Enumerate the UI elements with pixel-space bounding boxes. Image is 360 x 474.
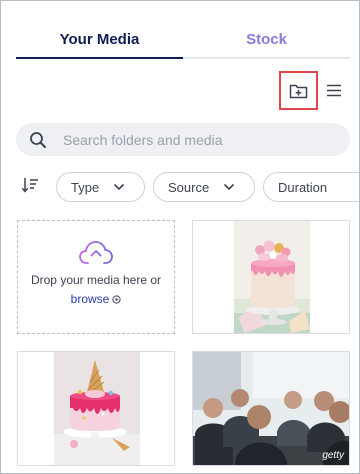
hamburger-icon xyxy=(327,84,341,96)
sort-icon xyxy=(21,178,38,193)
source-filter-label: Source xyxy=(168,179,210,195)
search-input[interactable] xyxy=(63,131,323,148)
search-icon xyxy=(29,130,49,150)
tab-stock[interactable]: Stock xyxy=(183,25,350,59)
source-filter[interactable]: Source xyxy=(153,172,255,202)
type-filter[interactable]: Type xyxy=(56,172,145,202)
media-panel: Your Media Stock Search folders and medi… xyxy=(0,0,360,474)
type-filter-label: Type xyxy=(71,179,100,195)
cloud-upload-icon xyxy=(79,241,113,266)
info-icon xyxy=(112,294,121,304)
media-tile-drip-cake[interactable] xyxy=(192,220,350,334)
media-thumbnail-cone-cake xyxy=(54,352,140,465)
browse-link-label: browse xyxy=(70,292,110,306)
media-tabs: Your Media Stock xyxy=(16,25,350,59)
getty-watermark: getty xyxy=(322,450,344,461)
upload-dropzone[interactable]: Drop your media here or browse xyxy=(17,220,175,334)
duration-filter[interactable]: Duration xyxy=(263,172,359,202)
dropzone-text: Drop your media here or xyxy=(30,273,162,287)
new-folder-button[interactable] xyxy=(279,71,318,110)
chevron-down-icon xyxy=(223,181,235,193)
menu-button[interactable] xyxy=(323,79,345,101)
media-tile-meeting[interactable]: getty xyxy=(192,351,350,466)
browse-link[interactable]: browse xyxy=(71,292,122,306)
chevron-down-icon xyxy=(113,181,125,193)
sort-button[interactable] xyxy=(21,176,43,198)
media-thumbnail-drip-cake xyxy=(234,221,310,333)
folder-plus-icon xyxy=(289,84,308,98)
media-thumbnail-meeting xyxy=(193,352,349,465)
duration-filter-label: Duration xyxy=(278,179,328,195)
media-tile-cone-cake[interactable] xyxy=(17,351,175,466)
tab-your-media[interactable]: Your Media xyxy=(16,25,183,59)
search-bar xyxy=(16,123,350,156)
